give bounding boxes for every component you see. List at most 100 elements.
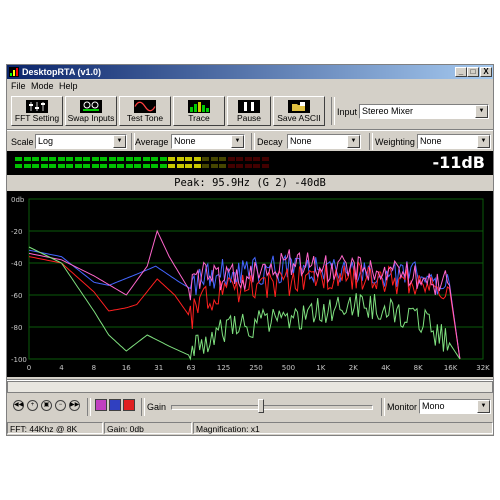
level-meter-segment bbox=[193, 157, 201, 161]
level-meter-segment bbox=[193, 164, 201, 168]
level-meter-segment bbox=[91, 164, 99, 168]
forward-icon[interactable]: ▶▶ bbox=[69, 400, 80, 411]
toolbar-label: Test Tone bbox=[126, 113, 164, 123]
level-meter-segment bbox=[168, 164, 175, 168]
pause-button[interactable]: Pause bbox=[227, 96, 271, 126]
gain-slider-thumb[interactable] bbox=[258, 399, 264, 413]
level-meter-segment bbox=[23, 164, 31, 168]
chevron-down-icon[interactable]: ▼ bbox=[231, 135, 244, 148]
input-select[interactable]: Stereo Mixer ▼ bbox=[359, 104, 489, 119]
rewind-icon[interactable]: ◀◀ bbox=[13, 400, 24, 411]
toolbar-label: Trace bbox=[188, 113, 210, 123]
level-meter-segment bbox=[40, 164, 48, 168]
level-meter-segment bbox=[117, 157, 124, 161]
close-button[interactable]: X bbox=[480, 67, 492, 77]
chevron-down-icon[interactable]: ▼ bbox=[113, 135, 126, 148]
x-tick-label: 63 bbox=[187, 364, 196, 372]
level-meter-segment bbox=[185, 164, 192, 168]
average-select[interactable]: None ▼ bbox=[171, 134, 245, 149]
x-tick-label: 250 bbox=[249, 364, 262, 372]
x-tick-label: 1K bbox=[316, 364, 325, 372]
level-meter-segment bbox=[210, 164, 218, 168]
level-meter-segment bbox=[83, 164, 90, 168]
chevron-down-icon[interactable]: ▼ bbox=[347, 135, 360, 148]
trace-color-pink[interactable] bbox=[95, 399, 107, 411]
spectrum-plot: 0db -20 -40 -60 -80 -100 0 4 8 16 31 63 125 250 500 1K 2… bbox=[7, 191, 493, 377]
level-meter-segment bbox=[57, 164, 65, 168]
level-readout: -11dB bbox=[432, 153, 485, 172]
y-tick-label: -80 bbox=[11, 324, 22, 332]
x-tick-label: 8 bbox=[92, 364, 96, 372]
app-window: DesktopRTA (v1.0) _ □ X File Mode Help F… bbox=[6, 64, 494, 436]
level-meter-segment bbox=[219, 157, 226, 161]
level-meter-segment bbox=[142, 157, 150, 161]
x-tick-label: 4 bbox=[59, 364, 64, 372]
level-meter-segment bbox=[151, 164, 158, 168]
divider bbox=[87, 398, 91, 416]
trace-color-blue[interactable] bbox=[109, 399, 121, 411]
sine-wave-icon bbox=[134, 100, 156, 113]
trace-color-red[interactable] bbox=[123, 399, 135, 411]
peak-readout: Peak: 95.9Hz (G 2) -40dB bbox=[7, 177, 493, 190]
menu-file[interactable]: File bbox=[11, 81, 26, 91]
x-tick-label: 4K bbox=[381, 364, 390, 372]
status-gain: Gain: 0db bbox=[104, 422, 192, 434]
weighting-value: None bbox=[420, 136, 442, 146]
menu-mode[interactable]: Mode bbox=[31, 81, 54, 91]
zoom-in-icon[interactable]: + bbox=[27, 400, 38, 411]
swap-inputs-button[interactable]: Swap Inputs bbox=[65, 96, 117, 126]
level-meter-segment bbox=[227, 164, 235, 168]
scale-value: Log bbox=[38, 136, 54, 146]
menu-help[interactable]: Help bbox=[59, 81, 78, 91]
test-tone-button[interactable]: Test Tone bbox=[119, 96, 171, 126]
level-meter-segment bbox=[236, 157, 243, 161]
title-bar: DesktopRTA (v1.0) _ □ X bbox=[7, 65, 493, 79]
decay-select[interactable]: None ▼ bbox=[287, 134, 361, 149]
toolbar: FFT Setting Swap Inputs Test Tone Trace … bbox=[7, 95, 493, 127]
monitor-select[interactable]: Mono ▼ bbox=[419, 399, 491, 414]
x-tick-label: 31 bbox=[154, 364, 163, 372]
level-meter-segment bbox=[236, 164, 243, 168]
level-meter-segment bbox=[253, 157, 260, 161]
scale-select[interactable]: Log ▼ bbox=[35, 134, 127, 149]
chevron-down-icon[interactable]: ▼ bbox=[475, 105, 488, 118]
level-meter-segment bbox=[117, 164, 124, 168]
zoom-out-icon[interactable]: − bbox=[55, 400, 66, 411]
save-ascii-button[interactable]: Save ASCII bbox=[273, 96, 325, 126]
level-meter-segment bbox=[185, 157, 192, 161]
trace-button[interactable]: Trace bbox=[173, 96, 225, 126]
chevron-down-icon[interactable]: ▼ bbox=[477, 400, 490, 413]
toolbar-divider bbox=[331, 97, 335, 125]
scale-label: Scale bbox=[11, 137, 34, 147]
y-tick-label: -20 bbox=[11, 228, 22, 236]
level-meter-segment bbox=[253, 164, 260, 168]
maximize-button[interactable]: □ bbox=[467, 67, 479, 77]
divider bbox=[251, 133, 255, 150]
toolbar-label: Save ASCII bbox=[277, 113, 321, 123]
monitor-value: Mono bbox=[422, 401, 445, 411]
level-meter-segment bbox=[66, 164, 73, 168]
horizontal-scrollbar[interactable] bbox=[7, 381, 493, 393]
level-meter-segment bbox=[134, 157, 141, 161]
divider bbox=[7, 129, 493, 131]
x-tick-label: 16 bbox=[122, 364, 131, 372]
gain-slider-track[interactable] bbox=[171, 405, 373, 410]
input-value: Stereo Mixer bbox=[362, 106, 414, 116]
toolbar-label: FFT Setting bbox=[14, 113, 60, 123]
level-meter-segment bbox=[176, 164, 184, 168]
weighting-select[interactable]: None ▼ bbox=[417, 134, 491, 149]
chevron-down-icon[interactable]: ▼ bbox=[477, 135, 490, 148]
level-meter-segment bbox=[159, 157, 167, 161]
minimize-button[interactable]: _ bbox=[455, 67, 467, 77]
zoom-fit-icon[interactable]: ▣ bbox=[41, 400, 52, 411]
level-meter-segment bbox=[40, 157, 48, 161]
y-tick-label: -100 bbox=[11, 356, 27, 364]
input-label: Input bbox=[337, 107, 358, 117]
level-meter-segment bbox=[202, 164, 209, 168]
fft-setting-button[interactable]: FFT Setting bbox=[11, 96, 63, 126]
average-value: None bbox=[174, 136, 196, 146]
level-meter: -11dB bbox=[7, 151, 493, 175]
level-meter-segment bbox=[15, 164, 22, 168]
level-meter-segment bbox=[176, 157, 184, 161]
level-meter-segment bbox=[74, 164, 82, 168]
